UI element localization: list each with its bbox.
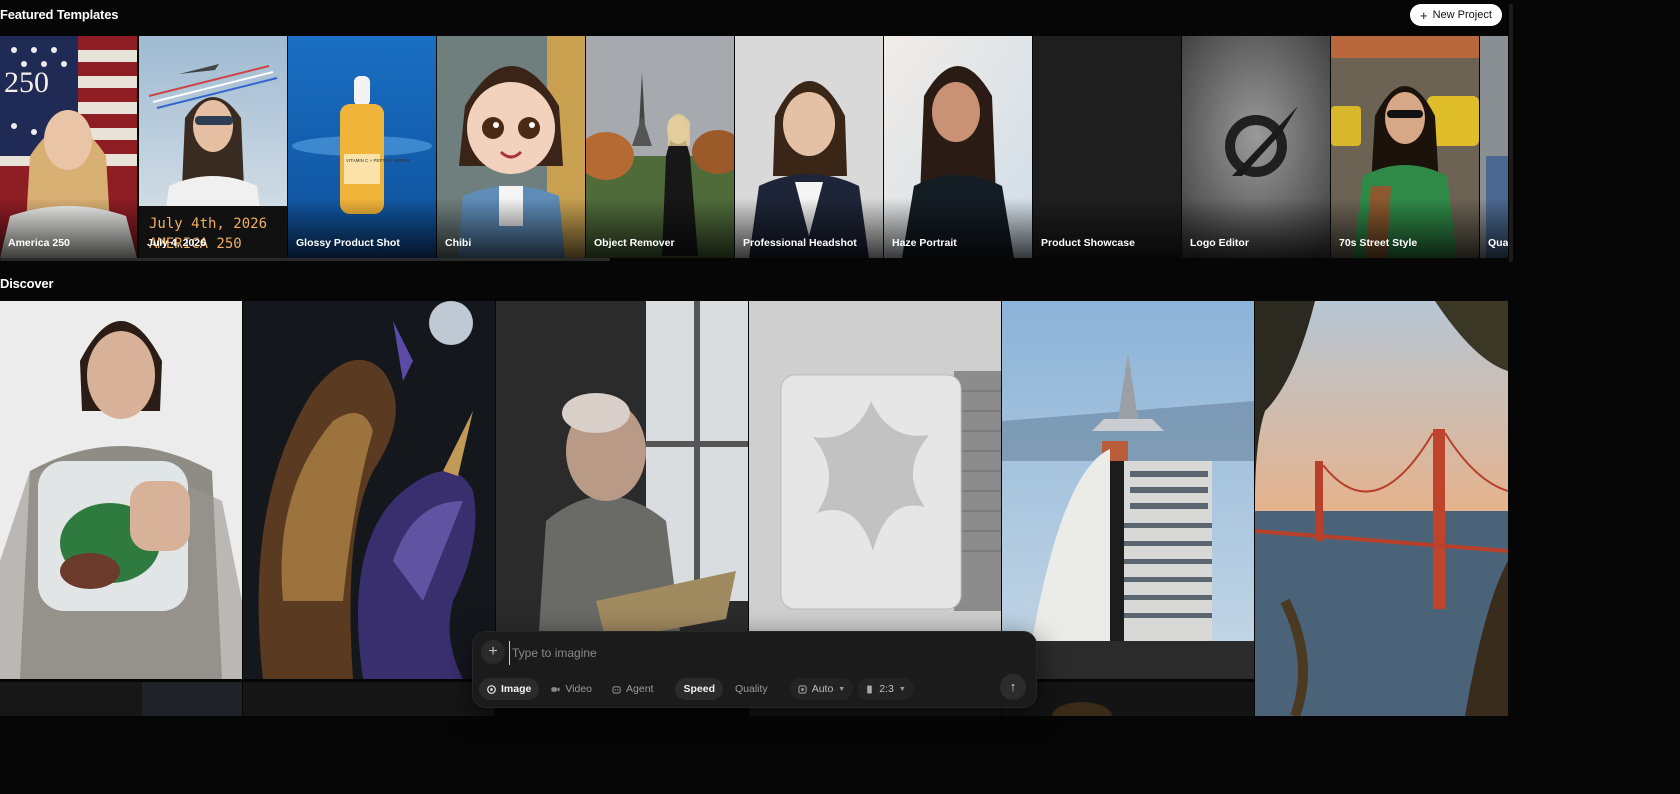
page-scrollbar[interactable]	[1509, 4, 1513, 262]
america-number-text: 250	[4, 66, 49, 99]
featured-templates-row: 250 America 250 July 4th, 2026 AMERICA 2…	[0, 36, 1508, 258]
card-gradient	[0, 198, 137, 258]
discover-tile-golden-gate[interactable]	[1255, 301, 1508, 716]
mode-image-button[interactable]: Image	[479, 678, 540, 700]
template-card-70s-street-style[interactable]: 70s Street Style	[1331, 36, 1479, 258]
discover-tile-next-5[interactable]	[1002, 682, 1254, 716]
discover-tile-next-2[interactable]	[243, 682, 495, 716]
discover-tile-futuristic-tower[interactable]	[1002, 301, 1254, 679]
template-label: Glossy Product Shot	[296, 237, 400, 249]
mode-agent-button[interactable]: Agent	[604, 678, 661, 700]
template-label: Product Showcase	[1041, 237, 1135, 249]
card-gradient	[735, 198, 883, 258]
video-icon	[551, 686, 560, 692]
template-card-professional-headshot[interactable]: Professional Headshot	[735, 36, 883, 258]
discover-tile-old-man-reading[interactable]	[496, 301, 748, 679]
speed-label: Speed	[683, 683, 715, 695]
send-button[interactable]: ↑	[1000, 674, 1026, 700]
discover-tile-clay-sculpture[interactable]	[749, 301, 1001, 679]
card-gradient	[288, 198, 436, 258]
aspect-ratio-value: 2:3	[879, 683, 894, 695]
chevron-down-icon: ▼	[838, 685, 846, 693]
template-label: July 4, 2026	[147, 237, 206, 249]
templates-scrollbar[interactable]	[0, 258, 610, 261]
template-label: America 250	[8, 237, 70, 249]
mode-video-label: Video	[565, 683, 593, 695]
card-gradient	[437, 198, 585, 258]
quality-toggle[interactable]: Quality	[727, 678, 776, 700]
model-icon	[798, 684, 807, 694]
template-card-haze-portrait[interactable]: Haze Portrait	[884, 36, 1032, 258]
arrow-up-icon: ↑	[1009, 679, 1017, 694]
mode-image-label: Image	[501, 683, 532, 695]
discover-image	[0, 682, 242, 716]
overlay-date-text: July 4th, 2026	[149, 216, 267, 232]
card-gradient	[884, 198, 1032, 258]
card-gradient	[1033, 198, 1181, 258]
bottle-label-text: VITAMIN C + PEPTIDE SERUM	[346, 158, 411, 163]
card-gradient	[1480, 198, 1508, 258]
model-select[interactable]: Auto ▼	[789, 678, 854, 700]
template-label: Chibi	[445, 237, 472, 249]
new-project-button[interactable]: + New Project	[1410, 4, 1502, 26]
template-image: July 4th, 2026 AMERICA 250	[139, 36, 287, 258]
discover-image	[1255, 301, 1508, 716]
discover-image	[1002, 682, 1254, 716]
quality-label: Quality	[735, 683, 768, 695]
template-label: Professional Headshot	[743, 237, 857, 249]
aspect-ratio-icon	[867, 684, 872, 694]
add-attachment-button[interactable]: +	[481, 640, 505, 664]
discover-image	[243, 301, 495, 679]
card-gradient	[586, 198, 734, 258]
template-card-america-250[interactable]: 250 America 250	[0, 36, 137, 258]
model-select-value: Auto	[811, 683, 834, 695]
app-page: Featured Templates + New Project 250 Ame…	[0, 0, 1680, 794]
prompt-input[interactable]	[509, 641, 994, 665]
template-label: Qua	[1488, 237, 1508, 249]
discover-image	[749, 301, 1001, 679]
discover-title: Discover	[0, 276, 54, 291]
card-gradient	[1182, 198, 1330, 258]
template-card-logo-editor[interactable]: Logo Editor	[1182, 36, 1330, 258]
discover-tile-woman-greens[interactable]	[0, 301, 252, 679]
agent-icon	[612, 685, 621, 694]
plus-icon: +	[1420, 7, 1428, 23]
template-label: 70s Street Style	[1339, 237, 1418, 249]
mode-agent-label: Agent	[626, 683, 654, 695]
discover-tile-dragons[interactable]	[243, 301, 495, 679]
template-label: Haze Portrait	[892, 237, 957, 249]
chevron-down-icon: ▼	[898, 685, 906, 693]
content-column: Featured Templates + New Project 250 Ame…	[0, 0, 1513, 716]
featured-templates-title: Featured Templates	[0, 7, 119, 22]
plus-icon: +	[488, 643, 498, 660]
template-card-chibi[interactable]: Chibi	[437, 36, 585, 258]
discover-tile-next-1[interactable]	[0, 682, 242, 716]
new-project-label: New Project	[1432, 9, 1492, 21]
aspect-ratio-select[interactable]: 2:3 ▼	[857, 678, 914, 700]
template-label: Logo Editor	[1190, 237, 1249, 249]
discover-image	[496, 301, 748, 679]
mode-video-button[interactable]: Video	[543, 678, 600, 700]
template-card-product-showcase[interactable]: Product Showcase	[1033, 36, 1181, 258]
discover-image	[243, 682, 495, 716]
template-card-july-4[interactable]: July 4th, 2026 AMERICA 250 July 4, 2026	[139, 36, 287, 258]
prompt-options: Image Video Agent Speed Quality Auto ▼ 2…	[479, 678, 914, 700]
template-label: Object Remover	[594, 237, 675, 249]
template-card-quality[interactable]: Qua	[1480, 36, 1508, 258]
card-gradient	[1331, 198, 1479, 258]
template-card-glossy-product-shot[interactable]: VITAMIN C + PEPTIDE SERUM Glossy Product…	[288, 36, 436, 258]
discover-image	[1002, 301, 1254, 679]
speed-toggle[interactable]: Speed	[675, 678, 723, 700]
prompt-bar: + Image Video Agent Speed Quality	[472, 631, 1037, 708]
discover-image	[0, 301, 242, 679]
template-card-object-remover[interactable]: Object Remover	[586, 36, 734, 258]
image-icon	[487, 684, 496, 694]
